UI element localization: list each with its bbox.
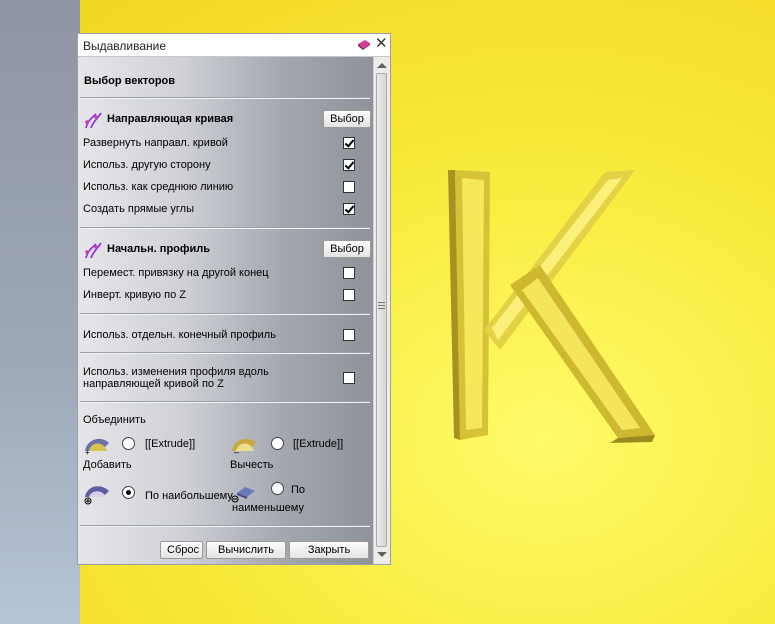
scroll-grip-icon xyxy=(378,302,385,310)
add-target-name: [[Extrude]] xyxy=(145,438,196,450)
pin-icon[interactable] xyxy=(357,38,371,52)
option-label: Использ. как среднюю линию xyxy=(83,181,234,193)
curve-select-icon xyxy=(85,242,102,259)
boolean-intersect-icon xyxy=(231,487,255,503)
panel-title-bar: Выдавливание ✕ xyxy=(78,34,390,57)
separator xyxy=(80,525,370,527)
svg-text:–: – xyxy=(234,447,239,455)
svg-text:+: + xyxy=(85,448,90,455)
checkbox-right-angles[interactable] xyxy=(343,203,355,215)
separator xyxy=(80,401,370,403)
reset-button[interactable]: Сброс xyxy=(160,541,203,559)
scroll-thumb[interactable] xyxy=(376,73,387,547)
extruded-letter-k xyxy=(448,170,655,443)
option-label: Использ. другую сторону xyxy=(83,159,211,171)
boolean-union-icon xyxy=(84,486,109,505)
checkbox-unfold-guide[interactable] xyxy=(343,137,355,149)
option-label: Инверт. кривую по Z xyxy=(83,289,186,301)
separator xyxy=(80,313,370,315)
curve-select-icon xyxy=(85,112,102,129)
checkbox-invert-z[interactable] xyxy=(343,289,355,301)
checkbox-profile-change[interactable] xyxy=(343,372,355,384)
separator xyxy=(80,227,370,229)
option-label: Создать прямые углы xyxy=(83,203,195,215)
radio-subtract[interactable] xyxy=(271,437,284,450)
boolean-subtract-icon: – xyxy=(232,438,256,455)
section-title-vectors: Выбор векторов xyxy=(84,75,176,87)
checkbox-end-profile[interactable] xyxy=(343,329,355,341)
min-label-line2: наименьшему xyxy=(232,502,304,514)
combine-header: Объединить xyxy=(83,414,146,426)
panel-scrollbar[interactable] xyxy=(373,57,390,564)
panel-content: Выбор векторов Направляющая кривая Выбор… xyxy=(78,57,373,564)
radio-max[interactable] xyxy=(122,486,135,499)
option-label-line2: направляющей кривой по Z xyxy=(83,378,224,390)
close-button[interactable]: Закрыть xyxy=(289,541,369,559)
scroll-down-icon[interactable] xyxy=(377,552,387,557)
separator xyxy=(80,352,370,354)
guide-curve-header: Направляющая кривая xyxy=(107,113,234,125)
left-background-strip xyxy=(0,0,80,624)
scroll-up-icon[interactable] xyxy=(377,63,387,68)
profile-header: Начальн. профиль xyxy=(107,243,211,255)
extrude-panel: Выдавливание ✕ Выбор векторов Направляющ… xyxy=(77,33,391,565)
panel-title: Выдавливание xyxy=(83,39,167,53)
compute-button[interactable]: Вычислить xyxy=(206,541,286,559)
checkbox-other-side[interactable] xyxy=(343,159,355,171)
radio-add[interactable] xyxy=(122,437,135,450)
min-label-line1: По xyxy=(291,484,306,496)
max-label: По наибольшему xyxy=(145,490,233,502)
add-label: Добавить xyxy=(83,459,132,471)
option-label-line1: Использ. изменения профиля вдоль xyxy=(83,366,269,378)
subtract-target-name: [[Extrude]] xyxy=(293,438,344,450)
profile-select-button[interactable]: Выбор xyxy=(323,240,371,258)
option-label: Перемест. привязку на другой конец xyxy=(83,267,269,279)
option-label: Использ. отдельн. конечный профиль xyxy=(83,329,276,341)
guide-curve-select-button[interactable]: Выбор xyxy=(323,110,371,128)
boolean-add-icon: + xyxy=(85,438,109,455)
checkbox-move-anchor[interactable] xyxy=(343,267,355,279)
close-icon[interactable]: ✕ xyxy=(375,36,388,52)
checkbox-center-line[interactable] xyxy=(343,181,355,193)
subtract-label: Вычесть xyxy=(230,459,274,471)
radio-min[interactable] xyxy=(271,482,284,495)
option-label: Развернуть направл. кривой xyxy=(83,137,228,149)
separator xyxy=(80,97,370,99)
